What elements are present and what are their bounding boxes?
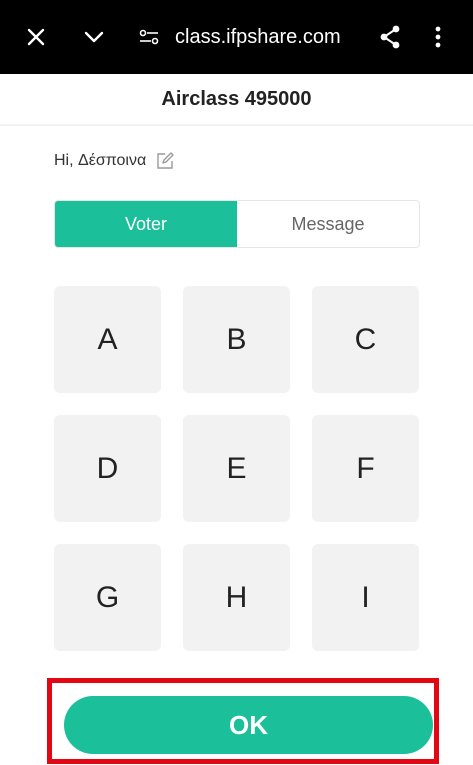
answer-options-grid: A B C D E F G H I (54, 286, 420, 651)
url-bar[interactable]: class.ifpshare.com (175, 0, 341, 74)
ok-button[interactable]: OK (64, 696, 433, 754)
option-a-button[interactable]: A (54, 286, 161, 393)
share-icon[interactable] (376, 0, 404, 74)
page-title: Airclass 495000 (0, 74, 473, 126)
edit-icon[interactable] (156, 152, 174, 170)
close-icon[interactable] (22, 0, 50, 74)
option-g-button[interactable]: G (54, 544, 161, 651)
option-i-button[interactable]: I (312, 544, 419, 651)
browser-toolbar: class.ifpshare.com (0, 0, 473, 74)
greeting-text: Hi, Δέσποινα (54, 152, 147, 169)
mode-tabs: Voter Message (54, 200, 420, 248)
option-d-button[interactable]: D (54, 415, 161, 522)
option-b-button[interactable]: B (183, 286, 290, 393)
option-h-button[interactable]: H (183, 544, 290, 651)
chevron-down-icon[interactable] (80, 0, 108, 74)
site-settings-icon[interactable] (136, 0, 162, 74)
more-vert-icon[interactable] (428, 0, 448, 74)
tab-voter[interactable]: Voter (55, 201, 237, 247)
tab-message[interactable]: Message (237, 201, 419, 247)
greeting: Hi, Δέσποινα (54, 148, 174, 174)
option-f-button[interactable]: F (312, 415, 419, 522)
option-c-button[interactable]: C (312, 286, 419, 393)
option-e-button[interactable]: E (183, 415, 290, 522)
